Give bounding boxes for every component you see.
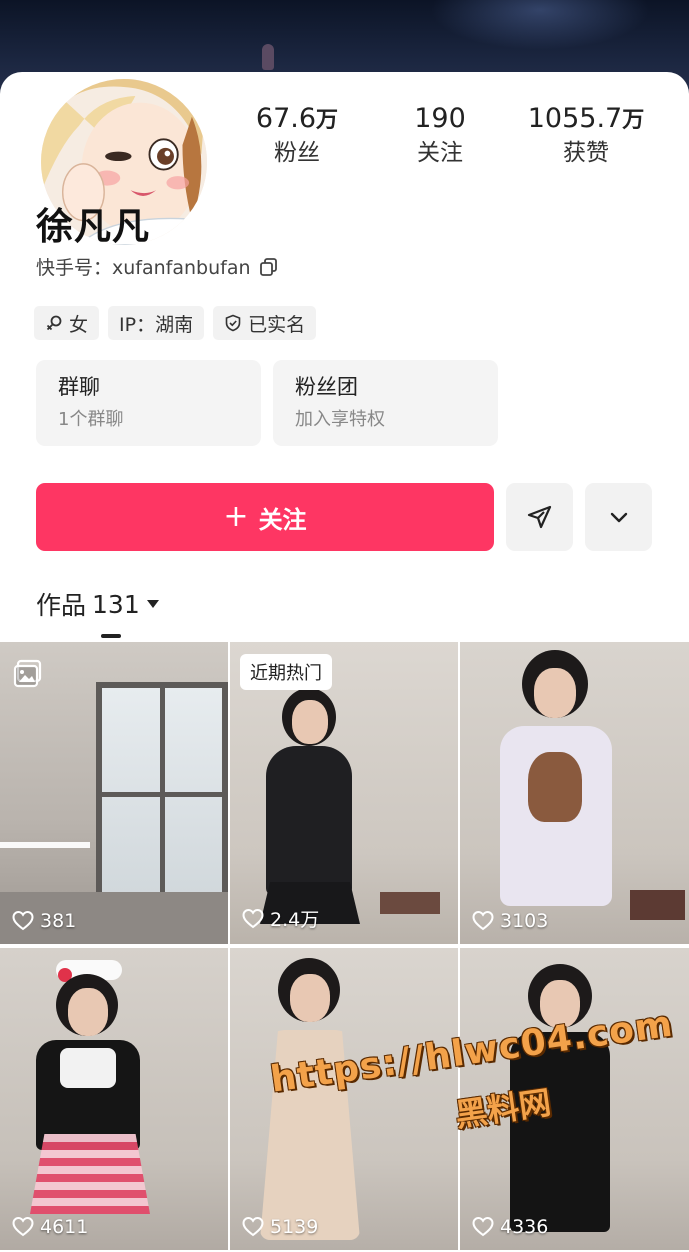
tag-verified: 已实名 bbox=[213, 306, 317, 340]
stat-likes-label: 获赞 bbox=[563, 140, 609, 166]
watermark-site: 黑料网 bbox=[452, 1083, 554, 1135]
profile-tags: 女 IP：湖南 已实名 bbox=[34, 306, 317, 340]
follow-button-label: 关注 bbox=[258, 505, 307, 534]
heart-icon bbox=[12, 1216, 34, 1237]
follow-button[interactable]: + 关注 bbox=[36, 483, 494, 551]
stat-likes[interactable]: 1055.7万 获赞 bbox=[511, 102, 661, 168]
grid-item[interactable]: 381 bbox=[0, 642, 228, 944]
stat-following[interactable]: 190 关注 bbox=[365, 102, 515, 168]
stat-fans-label: 粉丝 bbox=[274, 140, 320, 166]
more-button[interactable] bbox=[585, 483, 652, 551]
grid-item[interactable]: 4611 bbox=[0, 948, 228, 1250]
works-label: 作品 bbox=[36, 591, 87, 620]
heart-icon bbox=[12, 910, 34, 931]
tag-ip: IP：湖南 bbox=[108, 306, 205, 340]
stat-fans[interactable]: 67.6万 粉丝 bbox=[222, 102, 372, 168]
person-face bbox=[68, 988, 108, 1036]
chevron-down-icon bbox=[610, 512, 627, 523]
likes-count: 4336 bbox=[500, 1216, 549, 1238]
works-tab-indicator bbox=[101, 634, 121, 638]
person-face bbox=[292, 700, 328, 744]
stat-fans-value: 67.6 bbox=[255, 103, 317, 134]
group-chat-card[interactable]: 群聊 1个群聊 bbox=[36, 360, 261, 446]
works-count: 131 bbox=[92, 589, 140, 619]
album-icon bbox=[13, 659, 42, 688]
fan-club-subtitle: 加入享特权 bbox=[295, 409, 385, 430]
copy-icon[interactable] bbox=[259, 257, 279, 277]
tag-gender: 女 bbox=[34, 306, 100, 340]
plus-icon: + bbox=[223, 499, 249, 534]
grid-item[interactable]: 近期热门 2.4万 bbox=[230, 642, 458, 944]
stat-likes-value: 1055.7 bbox=[527, 103, 623, 134]
fan-club-title: 粉丝团 bbox=[295, 375, 358, 399]
stat-likes-unit: 万 bbox=[622, 108, 645, 133]
profile-cards: 群聊 1个群聊 粉丝团 加入享特权 bbox=[36, 360, 498, 446]
kuaishou-id-value: xufanfanbufan bbox=[112, 257, 251, 279]
tag-verified-text: 已实名 bbox=[248, 313, 306, 336]
stat-following-value: 190 bbox=[414, 103, 466, 134]
share-button[interactable] bbox=[506, 483, 573, 551]
group-chat-subtitle: 1个群聊 bbox=[58, 409, 124, 430]
caret-down-icon bbox=[146, 600, 159, 608]
verified-shield-icon bbox=[225, 314, 241, 332]
kuaishou-id-label: 快手号： bbox=[36, 257, 113, 279]
kuaishou-id-row: 快手号：xufanfanbufan bbox=[36, 253, 279, 280]
tag-gender-text: 女 bbox=[69, 313, 89, 336]
profile-name: 徐凡凡 bbox=[36, 205, 150, 248]
heart-icon bbox=[472, 1216, 494, 1237]
fan-club-card[interactable]: 粉丝团 加入享特权 bbox=[273, 360, 498, 446]
checked-skirt bbox=[30, 1134, 150, 1214]
group-chat-title: 群聊 bbox=[58, 375, 100, 399]
heart-icon bbox=[472, 910, 494, 931]
stat-following-label: 关注 bbox=[417, 140, 463, 166]
heart-icon bbox=[242, 1216, 264, 1237]
likes-count: 5139 bbox=[270, 1216, 319, 1238]
person-face bbox=[534, 668, 576, 718]
works-tab[interactable]: 作品 131 bbox=[36, 586, 160, 622]
hot-badge: 近期热门 bbox=[240, 654, 332, 690]
cover-figure bbox=[262, 44, 274, 70]
grid-item[interactable]: 3103 bbox=[460, 642, 689, 944]
tag-ip-text: IP：湖南 bbox=[119, 313, 194, 336]
send-icon bbox=[527, 505, 551, 529]
likes-count: 2.4万 bbox=[270, 909, 320, 931]
person-face bbox=[290, 974, 330, 1022]
profile-stats: 67.6万 粉丝 190 关注 1055.7万 获赞 bbox=[220, 102, 680, 172]
female-icon bbox=[46, 315, 62, 331]
likes-count: 4611 bbox=[40, 1216, 89, 1238]
stat-fans-unit: 万 bbox=[316, 108, 339, 133]
heart-icon bbox=[242, 908, 264, 928]
likes-count: 3103 bbox=[500, 910, 549, 932]
likes-count: 381 bbox=[40, 910, 77, 932]
person-outfit bbox=[266, 746, 352, 896]
cover-glow bbox=[430, 0, 650, 50]
